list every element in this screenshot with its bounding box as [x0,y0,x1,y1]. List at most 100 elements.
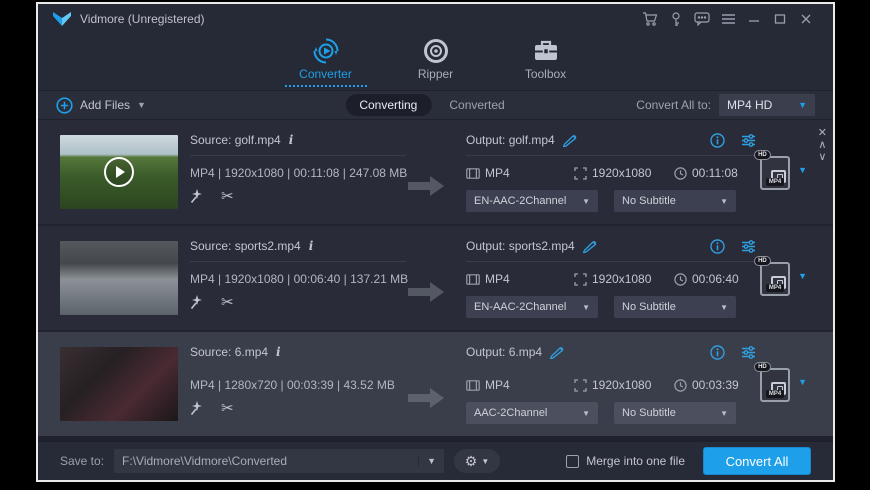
duration-icon [674,167,687,180]
output-resolution: 1920x1080 [592,166,651,180]
ripper-icon [423,38,449,64]
cut-icon[interactable]: ✂ [221,401,234,416]
edit-wand-icon[interactable] [190,401,205,416]
titlebar: Vidmore (Unregistered) [38,4,833,34]
vidmore-logo-icon [52,11,72,27]
format-icon [466,168,480,179]
divider [466,155,756,156]
arrow-right-icon [408,175,444,197]
resolution-icon [574,379,587,392]
move-down-icon[interactable]: ∨ [818,152,826,163]
remove-file-icon[interactable]: ✕ [818,128,827,139]
menu-icon[interactable] [715,9,741,29]
converted-tab[interactable]: Converted [435,94,518,116]
cut-icon[interactable]: ✂ [221,295,234,310]
tab-converter-label: Converter [299,67,352,81]
file-row[interactable]: Source: 6.mp4 i MP4 | 1280x720 | 00:03:3… [38,332,833,436]
output-name[interactable]: Output: golf.mp4 [466,133,555,147]
output-duration: 00:06:40 [692,272,739,286]
output-format-dropdown[interactable]: MP4 HD ▼ [719,94,815,116]
maximize-button[interactable] [767,9,793,29]
feedback-icon[interactable] [689,9,715,29]
resolution-icon [574,273,587,286]
add-files-caret-icon[interactable]: ▼ [137,100,146,110]
source-name: Source: sports2.mp4 [190,239,301,253]
file-row[interactable]: Source: sports2.mp4 i MP4 | 1920x1080 | … [38,226,833,330]
merge-checkbox[interactable] [566,455,579,468]
video-thumbnail[interactable] [60,241,178,315]
rename-icon[interactable] [563,134,577,147]
edit-wand-icon[interactable] [190,295,205,310]
subtitle-dropdown[interactable]: No Subtitle ▼ [614,296,736,318]
audio-track-dropdown[interactable]: EN-AAC-2Channel ▼ [466,296,598,318]
settings-tune-icon[interactable] [741,133,756,148]
chevron-down-icon: ▼ [582,197,590,206]
output-name[interactable]: Output: 6.mp4 [466,345,542,359]
audio-track-dropdown[interactable]: EN-AAC-2Channel ▼ [466,190,598,212]
divider [190,367,406,368]
main-nav: Converter Ripper Toolbox [38,34,833,90]
play-icon[interactable] [104,157,134,187]
key-icon[interactable] [663,9,689,29]
tab-toolbox[interactable]: Toolbox [505,38,587,85]
video-thumbnail[interactable] [60,347,178,421]
divider [190,261,406,262]
cart-icon[interactable] [637,9,663,29]
output-info-icon[interactable] [710,239,725,254]
tab-converter[interactable]: Converter [285,38,367,87]
output-info-icon[interactable] [710,345,725,360]
output-format: MP4 [485,272,510,286]
chevron-down-icon: ▼ [481,457,489,466]
chevron-down-icon: ▼ [582,303,590,312]
info-icon[interactable]: i [289,133,294,147]
output-name[interactable]: Output: sports2.mp4 [466,239,575,253]
settings-tune-icon[interactable] [741,239,756,254]
rename-icon[interactable] [583,240,597,253]
profile-format-icon[interactable]: MP4 HD [758,150,792,190]
info-icon[interactable]: i [276,345,281,359]
file-list: Source: golf.mp4 i MP4 | 1920x1080 | 00:… [38,120,833,440]
profile-caret-icon[interactable]: ▼ [798,271,807,281]
resolution-icon [574,167,587,180]
move-up-icon[interactable]: ∧ [818,140,826,151]
converting-tab[interactable]: Converting [345,94,431,116]
subtitle-dropdown[interactable]: No Subtitle ▼ [614,402,736,424]
duration-icon [674,273,687,286]
source-name: Source: golf.mp4 [190,133,281,147]
rename-icon[interactable] [550,346,564,359]
convert-all-button[interactable]: Convert All [703,447,811,475]
chevron-down-icon: ▼ [798,100,807,110]
toolbox-icon [533,38,559,64]
minimize-button[interactable] [741,9,767,29]
cut-icon[interactable]: ✂ [221,189,234,204]
tab-toolbox-label: Toolbox [525,67,566,81]
divider [466,261,756,262]
hd-badge: HD [754,256,771,266]
save-to-label: Save to: [60,454,104,468]
settings-button[interactable]: ⚙ ▼ [454,449,500,473]
path-caret-icon[interactable]: ▼ [418,456,444,466]
tab-ripper-label: Ripper [418,67,453,81]
add-files-button[interactable]: Add Files ▼ [56,97,146,114]
video-thumbnail[interactable] [60,135,178,209]
subtitle-dropdown[interactable]: No Subtitle ▼ [614,190,736,212]
output-format: MP4 [485,378,510,392]
source-info: MP4 | 1920x1080 | 00:11:08 | 247.08 MB [190,166,406,180]
info-icon[interactable]: i [309,239,314,253]
chevron-down-icon: ▼ [720,303,728,312]
tab-ripper[interactable]: Ripper [395,38,477,85]
divider [190,155,406,156]
chevron-down-icon: ▼ [720,409,728,418]
profile-format-icon[interactable]: MP4 HD [758,362,792,402]
close-button[interactable] [793,9,819,29]
merge-option[interactable]: Merge into one file [566,454,685,468]
audio-track-dropdown[interactable]: AAC-2Channel ▼ [466,402,598,424]
profile-caret-icon[interactable]: ▼ [798,377,807,387]
file-row[interactable]: Source: golf.mp4 i MP4 | 1920x1080 | 00:… [38,120,833,224]
edit-wand-icon[interactable] [190,189,205,204]
profile-format-icon[interactable]: MP4 HD [758,256,792,296]
output-info-icon[interactable] [710,133,725,148]
settings-tune-icon[interactable] [741,345,756,360]
save-path-input[interactable] [114,454,418,468]
profile-caret-icon[interactable]: ▼ [798,165,807,175]
